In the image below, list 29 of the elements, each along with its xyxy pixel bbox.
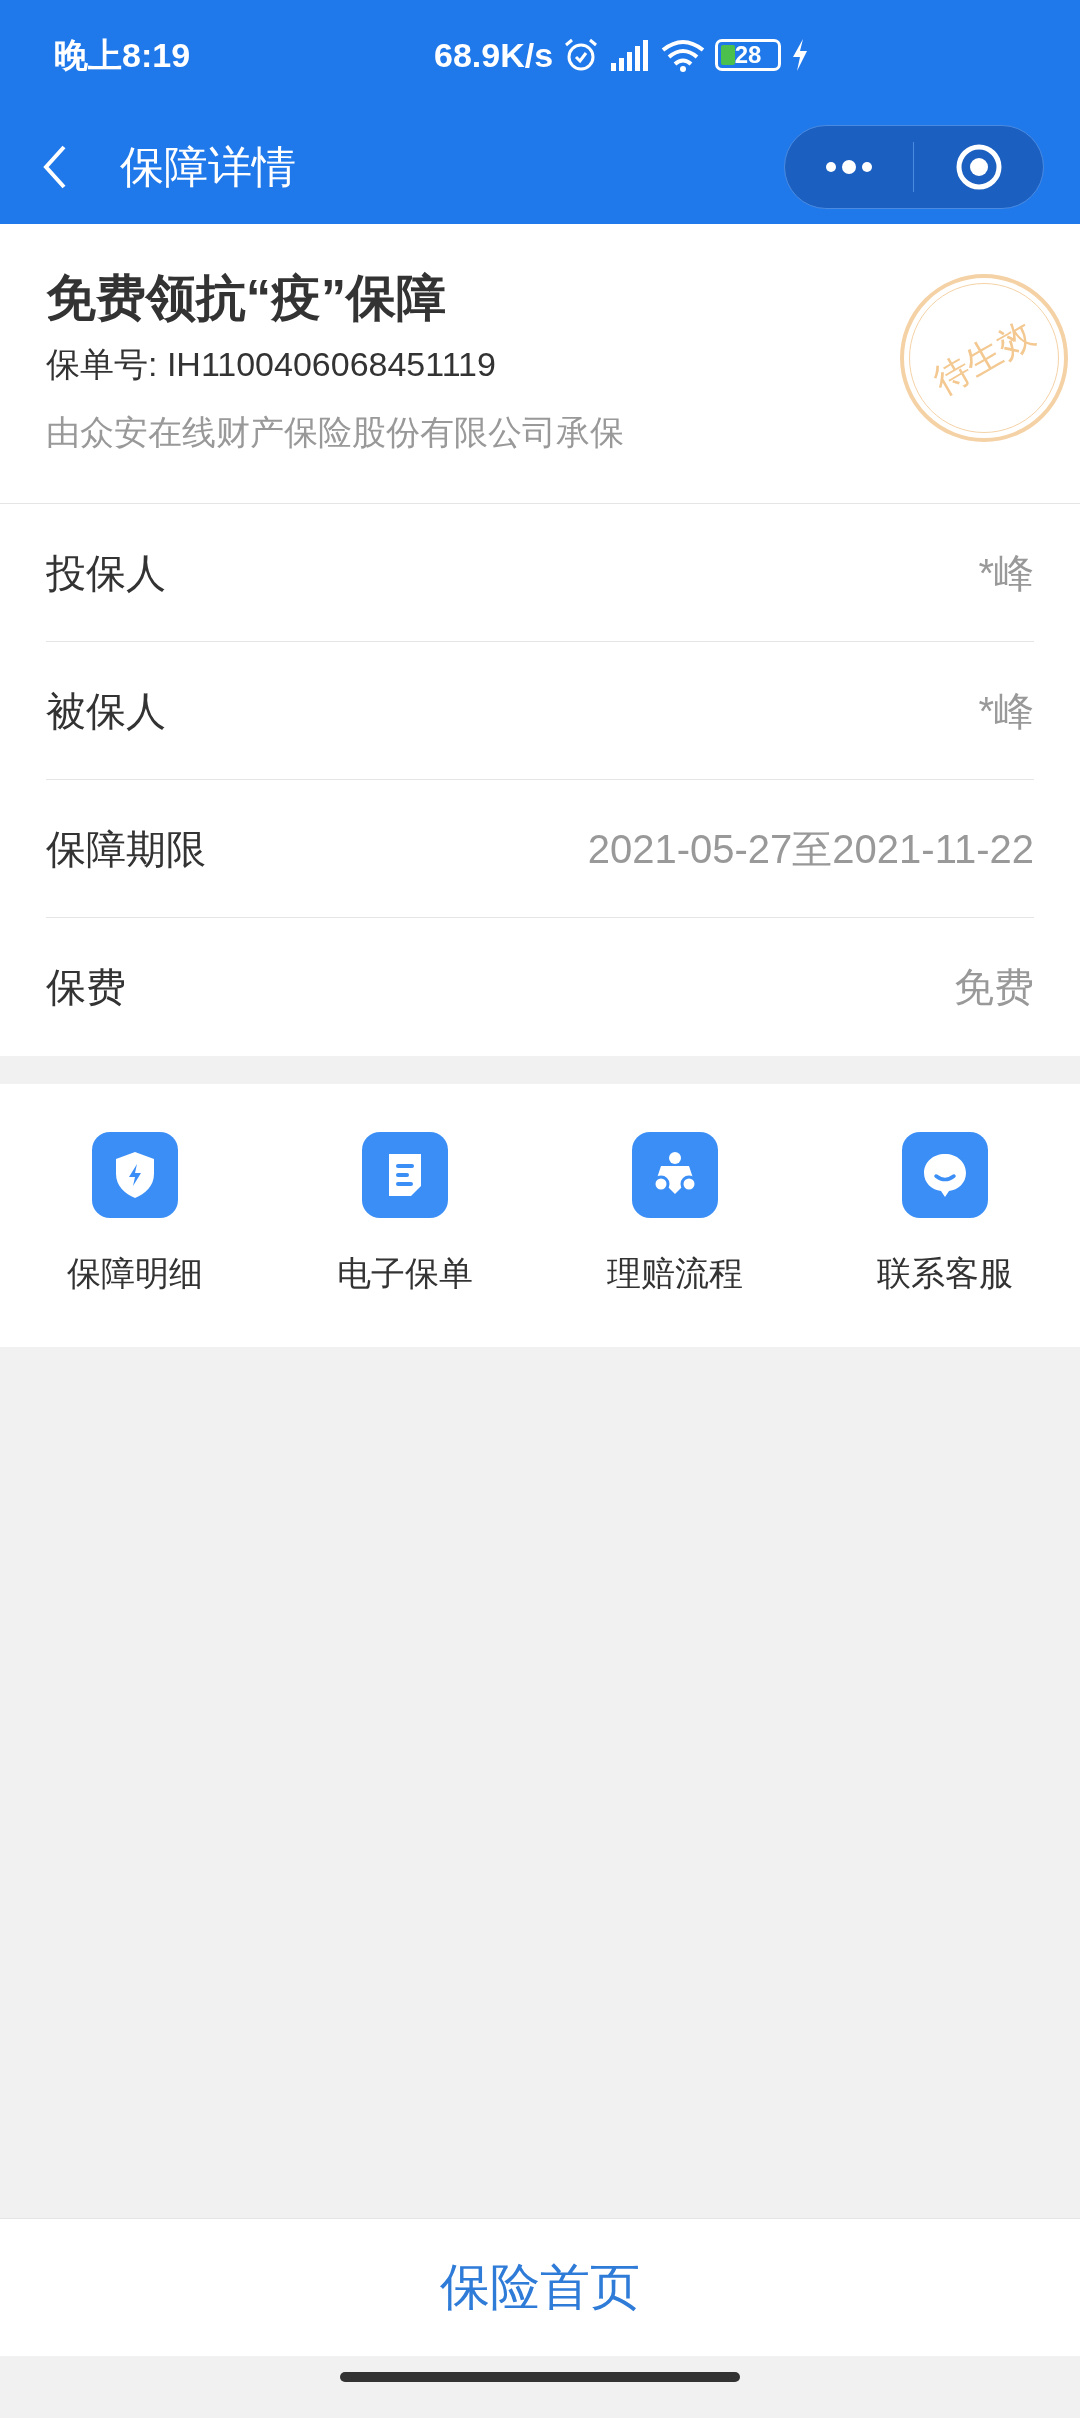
charging-icon: [791, 39, 810, 71]
detail-value: *峰: [978, 687, 1034, 735]
shield-icon: [92, 1132, 178, 1218]
policy-number: 保单号: IH1100406068451119: [46, 344, 497, 385]
policy-title: 免费领抗“疫”保障: [46, 269, 447, 328]
shortcut-item[interactable]: 保障明细: [0, 1132, 270, 1299]
status-stamp: 待生效: [900, 274, 1068, 442]
alarm-icon: [563, 37, 600, 73]
detail-value: *峰: [978, 549, 1034, 597]
network-speed: 68.9K/s: [434, 34, 554, 76]
detail-label: 保费: [46, 964, 126, 1011]
more-icon: [824, 160, 874, 174]
clock-time: 晚上8:19: [54, 34, 192, 76]
detail-value: 2021-05-27至2021-11-22: [587, 825, 1034, 873]
detail-value: 免费: [954, 964, 1034, 1011]
wifi-icon: [661, 38, 706, 72]
shortcut-item[interactable]: 理赔流程: [540, 1132, 810, 1299]
chat-icon: [902, 1132, 988, 1218]
detail-label: 保障期限: [46, 825, 206, 873]
insurer-text: 由众安在线财产保险股份有限公司承保: [46, 412, 624, 453]
shortcut-item[interactable]: 联系客服: [810, 1132, 1080, 1299]
detail-label: 被保人: [46, 687, 166, 735]
page-title: 保障详情: [120, 141, 296, 193]
document-icon: [362, 1132, 448, 1218]
insurance-home-button[interactable]: 保险首页: [0, 2218, 1080, 2356]
battery-icon: 28: [715, 39, 782, 71]
people-icon: [632, 1132, 718, 1218]
shortcut-item[interactable]: 电子保单: [270, 1132, 540, 1299]
detail-label: 投保人: [46, 549, 166, 597]
